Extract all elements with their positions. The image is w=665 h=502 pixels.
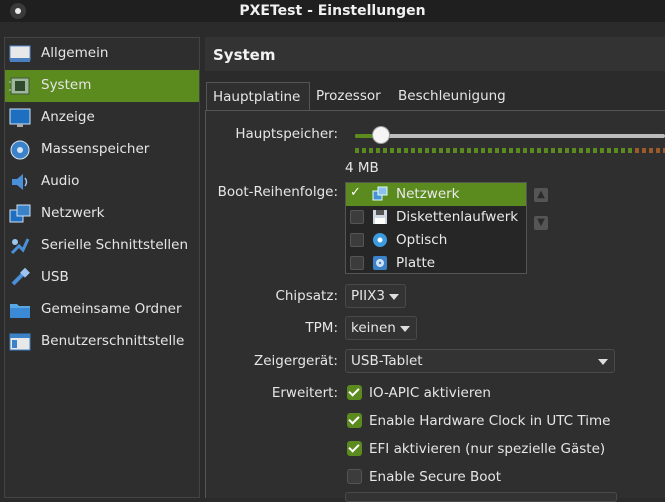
chevron-down-icon [400, 326, 410, 332]
chevron-down-icon [389, 294, 399, 300]
memory-value-text: 4 MB [345, 160, 379, 176]
tab-hauptplatine[interactable]: Hauptplatine [206, 82, 310, 111]
memory-label: Hauptspeicher: [235, 126, 338, 142]
boot-item-label: Optisch [396, 232, 448, 248]
memory-slider-ticks-safe [355, 148, 635, 153]
sidebar-item-label: System [41, 77, 92, 93]
boot-item-netzwerk[interactable]: ✓ Netzwerk [346, 183, 526, 206]
pointer-device-label: Zeigergerät: [253, 353, 338, 369]
boot-item-label: Netzwerk [396, 186, 460, 202]
sidebar-item-label: Benutzerschnittstelle [41, 333, 185, 349]
storage-icon [10, 140, 30, 160]
general-icon [9, 45, 31, 62]
usb-icon [11, 268, 30, 286]
hard-disk-icon [373, 256, 387, 270]
sidebar-item-label: Massenspeicher [41, 141, 150, 157]
ui-icon [9, 333, 31, 351]
tab-label: Prozessor [316, 88, 381, 104]
chipset-select[interactable]: PIIX3 [345, 284, 406, 308]
efi-label[interactable]: EFI aktivieren (nur spezielle Gäste) [369, 441, 605, 457]
tpm-label: TPM: [305, 320, 338, 336]
boot-item-diskettenlaufwerk[interactable]: Diskettenlaufwerk [346, 206, 526, 229]
sidebar-item-usb[interactable]: USB [5, 262, 199, 294]
tab-label: Hauptplatine [213, 89, 301, 105]
chevron-down-icon [598, 359, 608, 365]
page-title: System [213, 46, 276, 64]
serial-port-icon [10, 238, 30, 255]
chipset-value: PIIX3 [351, 288, 385, 304]
sidebar-item-audio[interactable]: Audio [5, 166, 199, 198]
extended-label: Erweitert: [271, 385, 338, 401]
settings-sidebar: Allgemein System Anzeige Massenspeicher … [4, 37, 200, 498]
secure-boot-label[interactable]: Enable Secure Boot [369, 469, 501, 485]
pointer-device-select[interactable]: USB-Tablet [345, 349, 615, 373]
system-chip-icon [9, 77, 30, 95]
cut-off-control [345, 492, 617, 502]
tab-prozessor[interactable]: Prozessor [312, 82, 390, 110]
tab-panel-hauptplatine [205, 110, 665, 498]
sidebar-item-system[interactable]: System [5, 70, 199, 102]
chipset-label: Chipsatz: [275, 288, 338, 304]
secure-boot-checkbox[interactable] [347, 469, 362, 484]
tpm-select[interactable]: keinen [345, 316, 417, 340]
tab-beschleunigung[interactable]: Beschleunigung [394, 82, 514, 110]
boot-checkbox[interactable] [350, 256, 364, 270]
sidebar-item-netzwerk[interactable]: Netzwerk [5, 198, 199, 230]
io-apic-checkbox[interactable] [347, 385, 362, 400]
move-up-icon[interactable]: ▲ [534, 188, 548, 202]
tab-label: Beschleunigung [398, 88, 506, 104]
audio-icon [12, 174, 28, 190]
sidebar-item-massenspeicher[interactable]: Massenspeicher [5, 134, 199, 166]
folder-icon [10, 304, 30, 318]
section-header: System [205, 37, 665, 71]
sidebar-item-label: Netzwerk [41, 205, 105, 221]
sidebar-item-anzeige[interactable]: Anzeige [5, 102, 199, 134]
floppy-icon [373, 210, 387, 224]
sidebar-item-label: Audio [41, 173, 80, 189]
display-icon [9, 108, 31, 127]
title-bar: PXETest - Einstellungen [0, 0, 665, 22]
boot-order-label: Boot-Reihenfolge: [217, 184, 338, 200]
efi-checkbox[interactable] [347, 441, 362, 456]
network-icon [372, 186, 388, 201]
sidebar-item-benutzerschnittstelle[interactable]: Benutzerschnittstelle [5, 326, 199, 358]
boot-item-label: Platte [396, 255, 436, 271]
utc-clock-label[interactable]: Enable Hardware Clock in UTC Time [369, 413, 610, 429]
sidebar-item-label: Anzeige [41, 109, 95, 125]
network-icon [9, 204, 31, 223]
boot-item-label: Diskettenlaufwerk [396, 209, 519, 225]
sidebar-item-label: USB [41, 269, 69, 285]
pointer-device-value: USB-Tablet [351, 353, 423, 369]
sidebar-item-serielle-schnittstellen[interactable]: Serielle Schnittstellen [5, 230, 199, 262]
io-apic-label[interactable]: IO-APIC aktivieren [369, 385, 491, 401]
utc-clock-checkbox[interactable] [347, 413, 362, 428]
optical-disc-icon [373, 233, 387, 247]
sidebar-item-label: Gemeinsame Ordner [41, 301, 182, 317]
sidebar-item-label: Allgemein [41, 45, 109, 61]
boot-item-platte[interactable]: Platte [346, 252, 526, 275]
boot-order-list: ✓ Netzwerk Diskettenlaufwerk Optisch Pla… [345, 182, 527, 274]
boot-checkbox[interactable] [350, 233, 364, 247]
sidebar-item-label: Serielle Schnittstellen [41, 237, 189, 253]
sidebar-item-gemeinsame-ordner[interactable]: Gemeinsame Ordner [5, 294, 199, 326]
tpm-value: keinen [351, 320, 396, 336]
window-title: PXETest - Einstellungen [239, 3, 426, 19]
boot-item-optisch[interactable]: Optisch [346, 229, 526, 252]
memory-slider-track[interactable] [355, 134, 665, 138]
sidebar-item-allgemein[interactable]: Allgemein [5, 38, 199, 70]
memory-slider-handle[interactable] [372, 126, 390, 144]
boot-checkbox[interactable] [350, 210, 364, 224]
move-down-icon[interactable]: ▼ [534, 216, 548, 230]
boot-check-checkmark-icon[interactable]: ✓ [350, 185, 364, 200]
memory-slider-ticks-warning [635, 148, 665, 153]
